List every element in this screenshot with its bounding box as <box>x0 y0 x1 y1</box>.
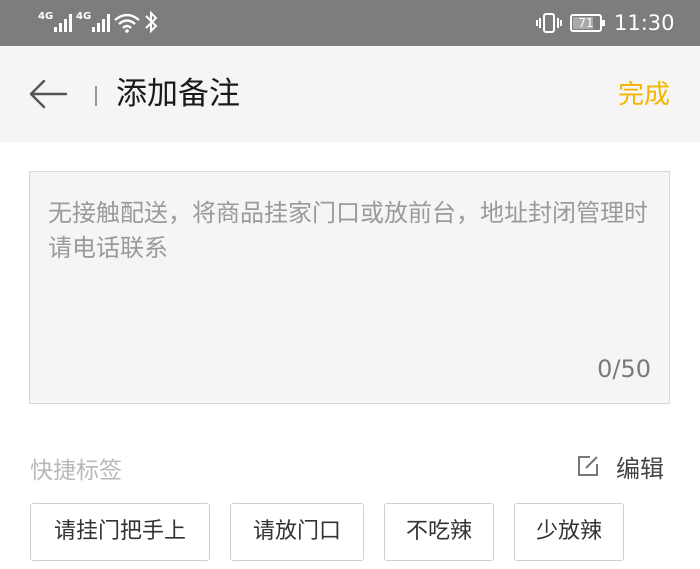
edit-label: 编辑 <box>616 454 664 483</box>
main-content: 0/50 快捷标签 编辑 请挂门把手上 请放门口 不吃辣 少放辣 <box>0 142 700 569</box>
edit-tags-button[interactable]: 编辑 <box>576 450 664 483</box>
quick-tag-button[interactable]: 请挂门把手上 <box>30 503 210 561</box>
wifi-icon <box>114 13 140 33</box>
bluetooth-icon <box>145 10 158 34</box>
edit-icon <box>578 456 598 476</box>
page-title: 添加备注 <box>116 76 240 112</box>
status-time: 11:30 <box>614 11 675 35</box>
header-divider <box>95 86 97 106</box>
battery-level: 71 <box>578 16 594 30</box>
note-box: 0/50 <box>29 171 670 404</box>
quick-tag-button[interactable]: 不吃辣 <box>384 503 494 561</box>
status-bar: 4G 4G 71 11:30 <box>0 0 700 46</box>
vibrate-icon <box>536 13 562 33</box>
signal-icon <box>54 14 74 32</box>
back-arrow-icon[interactable] <box>28 78 68 110</box>
battery-icon: 71 <box>570 14 605 32</box>
char-counter: 0/50 <box>597 355 651 383</box>
quick-tag-button[interactable]: 少放辣 <box>514 503 624 561</box>
quick-tags-label: 快捷标签 <box>30 458 122 484</box>
header-bar: 添加备注 完成 <box>0 46 700 142</box>
quick-tag-button[interactable]: 请放门口 <box>230 503 364 561</box>
network-type-label: 4G <box>76 11 92 22</box>
done-button[interactable]: 完成 <box>618 78 670 112</box>
note-input[interactable] <box>30 172 669 352</box>
network-type-label: 4G <box>38 11 54 22</box>
signal-icon <box>92 14 112 32</box>
